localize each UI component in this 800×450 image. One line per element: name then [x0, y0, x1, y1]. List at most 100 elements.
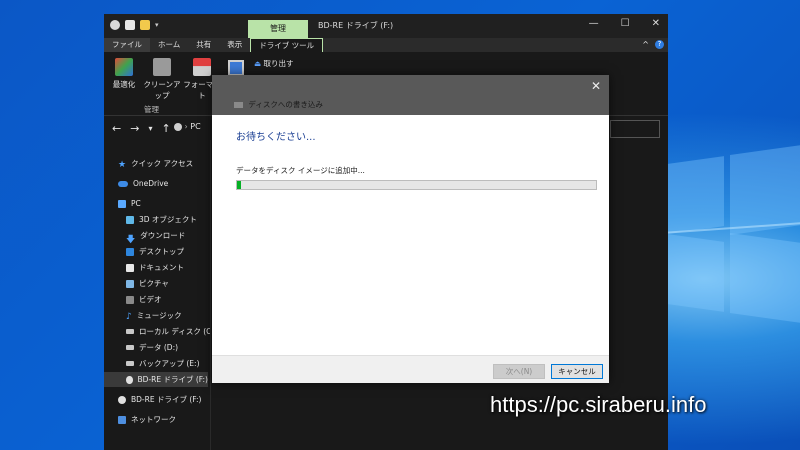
cleanup-label: クリーンアップ: [143, 80, 181, 100]
sidebar-item-label: バックアップ (E:): [139, 359, 200, 368]
disc-drive-icon: [234, 102, 243, 108]
ribbon-tabs: ファイル ホーム 共有 表示 ドライブ ツール: [104, 37, 668, 53]
sidebar-item-network[interactable]: ネットワーク: [118, 412, 222, 427]
ribbon-group-label: 管理: [144, 105, 159, 114]
sidebar-item-label: ピクチャ: [139, 279, 169, 288]
recent-dropdown-icon[interactable]: ▾: [148, 122, 152, 135]
tab-file[interactable]: ファイル: [104, 38, 150, 52]
tab-view[interactable]: 表示: [219, 38, 250, 52]
download-icon: 🡇: [126, 234, 136, 245]
format-icon: [193, 58, 211, 76]
sidebar-item-label: BD-RE ドライブ (F:): [131, 395, 202, 404]
navigation-pane: ★ クイック アクセス OneDrive PC 3D オブジェクト 🡇 ダウンロ…: [104, 148, 217, 450]
sidebar-item-label: ネットワーク: [131, 415, 176, 424]
progress-bar: [236, 180, 597, 190]
context-tab-manage[interactable]: 管理: [248, 20, 308, 38]
windows-logo-pane: [668, 156, 724, 234]
window-title: BD-RE ドライブ (F:): [318, 21, 394, 30]
sidebar-item-label: ダウンロード: [140, 231, 186, 240]
quick-access-toolbar: ▾: [110, 20, 159, 30]
picture-icon: [126, 279, 134, 288]
tab-drive-tools[interactable]: ドライブ ツール: [250, 37, 324, 53]
dialog-title: ディスクへの書き込み: [234, 99, 323, 110]
sidebar-item-label: ドキュメント: [139, 263, 184, 272]
star-icon: ★: [118, 159, 127, 170]
dialog-title-text: ディスクへの書き込み: [248, 100, 323, 109]
document-icon: [126, 263, 134, 272]
cloud-icon: [118, 180, 128, 187]
close-button[interactable]: ✕: [652, 18, 660, 29]
breadcrumb-pc[interactable]: PC: [190, 122, 200, 131]
burn-to-disc-dialog: ✕ ディスクへの書き込み お待ちください... データをディスク イメージに追加…: [212, 75, 609, 383]
sidebar-item-label: BD-RE ドライブ (F:): [137, 375, 208, 384]
dialog-header: ✕ ディスクへの書き込み: [212, 75, 609, 115]
sidebar-item-pc[interactable]: PC: [118, 196, 222, 211]
window-controls: — ☐ ✕: [589, 18, 660, 29]
windows-logo-pane: [730, 232, 800, 324]
ribbon-right-controls: ^ ?: [642, 40, 664, 49]
sidebar-item-label: データ (D:): [139, 343, 179, 352]
optimize-button[interactable]: 最適化: [106, 58, 142, 90]
windows-logo-pane: [730, 144, 800, 236]
sidebar-item-bd-re-f[interactable]: BD-RE ドライブ (F:): [118, 392, 222, 407]
cube-icon: [126, 215, 134, 224]
drive-icon: [126, 361, 134, 366]
desktop-icon: [126, 247, 134, 256]
qat-dropdown-icon[interactable]: ▾: [155, 21, 159, 29]
network-icon: [118, 415, 126, 424]
sidebar-item-label: OneDrive: [133, 179, 169, 188]
sidebar-item-label: 3D オブジェクト: [139, 215, 197, 224]
optimize-label: 最適化: [112, 80, 136, 89]
forward-arrow-icon[interactable]: →: [130, 122, 139, 135]
dialog-status-text: データをディスク イメージに追加中...: [236, 166, 365, 175]
sidebar-item-label: クイック アクセス: [131, 159, 194, 168]
sidebar-item-bd-re-f-selected[interactable]: BD-RE ドライブ (F:): [104, 372, 208, 387]
disc-icon: [126, 375, 133, 384]
optimize-icon: [115, 58, 133, 76]
new-folder-icon[interactable]: [140, 20, 150, 30]
up-arrow-icon[interactable]: ↑: [161, 122, 170, 135]
eject-label: 取り出す: [263, 59, 294, 68]
sidebar-item-onedrive[interactable]: OneDrive: [118, 176, 222, 191]
sidebar-item-label: ミュージック: [136, 311, 182, 320]
cleanup-button[interactable]: クリーンアップ: [142, 58, 182, 101]
maximize-button[interactable]: ☐: [621, 18, 630, 29]
pane-divider[interactable]: [210, 140, 211, 450]
title-bar: ▾ 管理 BD-RE ドライブ (F:) — ☐ ✕: [104, 14, 668, 38]
sidebar-item-label: デスクトップ: [139, 247, 184, 256]
music-icon: ♪: [126, 311, 132, 322]
disc-icon[interactable]: [110, 20, 120, 30]
tab-share[interactable]: 共有: [188, 38, 219, 52]
computer-icon: [118, 199, 126, 208]
search-input[interactable]: [610, 120, 660, 138]
autoplay-icon[interactable]: [228, 60, 244, 76]
dialog-heading: お待ちください...: [236, 132, 316, 143]
disc-icon: [118, 395, 126, 404]
drive-icon: [126, 329, 134, 334]
help-icon[interactable]: ?: [655, 40, 664, 49]
site-watermark: https://pc.siraberu.info: [490, 392, 707, 417]
drive-icon: [126, 345, 134, 350]
sidebar-item-quick-access[interactable]: ★ クイック アクセス: [118, 156, 222, 171]
minimize-button[interactable]: —: [589, 18, 599, 29]
cleanup-icon: [153, 58, 171, 76]
video-icon: [126, 295, 134, 304]
properties-icon[interactable]: [125, 20, 135, 30]
progress-fill: [237, 181, 242, 189]
sidebar-item-label: PC: [131, 199, 141, 208]
cancel-button[interactable]: キャンセル: [551, 364, 603, 379]
dialog-close-button[interactable]: ✕: [591, 79, 601, 93]
sidebar-item-label: ローカル ディスク (C:): [139, 327, 217, 336]
breadcrumb-separator-icon: ›: [184, 122, 188, 131]
ribbon-collapse-icon[interactable]: ^: [642, 40, 649, 49]
nav-buttons: ← → ▾ ↑: [112, 122, 171, 135]
back-arrow-icon[interactable]: ←: [112, 122, 121, 135]
eject-icon: ⏏: [254, 59, 262, 68]
eject-button[interactable]: ⏏ 取り出す: [254, 58, 293, 69]
sidebar-item-label: ビデオ: [139, 295, 162, 304]
next-button[interactable]: 次へ(N): [493, 364, 545, 379]
dialog-body: お待ちください... データをディスク イメージに追加中...: [212, 115, 609, 355]
dialog-footer: 次へ(N) キャンセル: [212, 355, 609, 383]
tab-home[interactable]: ホーム: [150, 38, 188, 52]
address-bar[interactable]: › PC: [174, 122, 201, 131]
